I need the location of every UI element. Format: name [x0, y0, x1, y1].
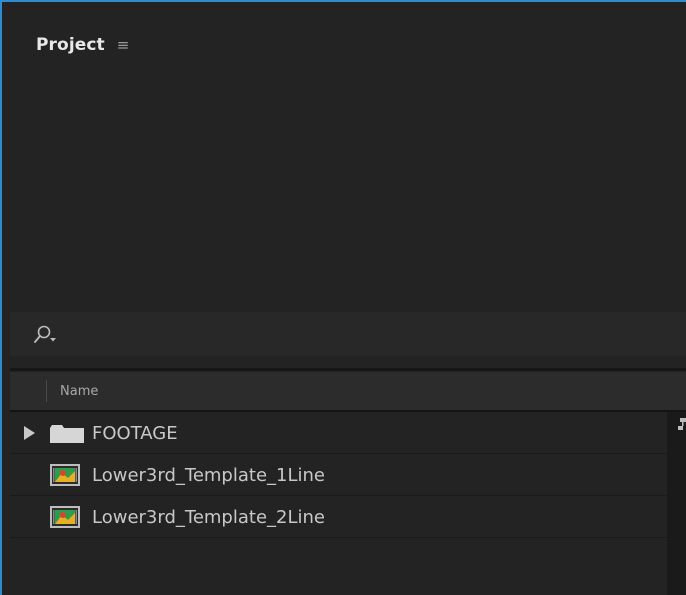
divider [10, 368, 686, 371]
expand-arrow-icon[interactable] [24, 426, 35, 440]
composition-icon [50, 506, 80, 528]
hamburger-menu-icon[interactable]: ≡ [117, 37, 130, 53]
list-item-label: Lower3rd_Template_2Line [92, 507, 325, 528]
list-item-label: Lower3rd_Template_1Line [92, 465, 325, 486]
adjacent-column [667, 412, 686, 595]
folder-icon [50, 425, 84, 443]
project-panel: Project ≡ Name FOOTAGE Lower3rd_Template… [0, 0, 686, 595]
thumbnail-preview-area [2, 64, 686, 312]
column-separator[interactable] [46, 380, 47, 402]
list-item-composition[interactable]: Lower3rd_Template_2Line [10, 496, 686, 538]
search-bar[interactable] [10, 312, 686, 356]
list-item-composition[interactable]: Lower3rd_Template_1Line [10, 454, 686, 496]
column-header-row: Name [10, 372, 686, 412]
column-header-name[interactable]: Name [60, 372, 98, 410]
list-item-folder[interactable]: FOOTAGE [10, 412, 686, 454]
flowchart-icon[interactable] [678, 418, 686, 434]
composition-icon [50, 464, 80, 486]
list-item-label: FOOTAGE [92, 423, 178, 444]
project-items-list: FOOTAGE Lower3rd_Template_1Line Lower3rd… [10, 412, 686, 538]
panel-header: Project ≡ [36, 30, 129, 60]
panel-title[interactable]: Project [36, 35, 105, 55]
search-icon[interactable] [32, 324, 58, 346]
